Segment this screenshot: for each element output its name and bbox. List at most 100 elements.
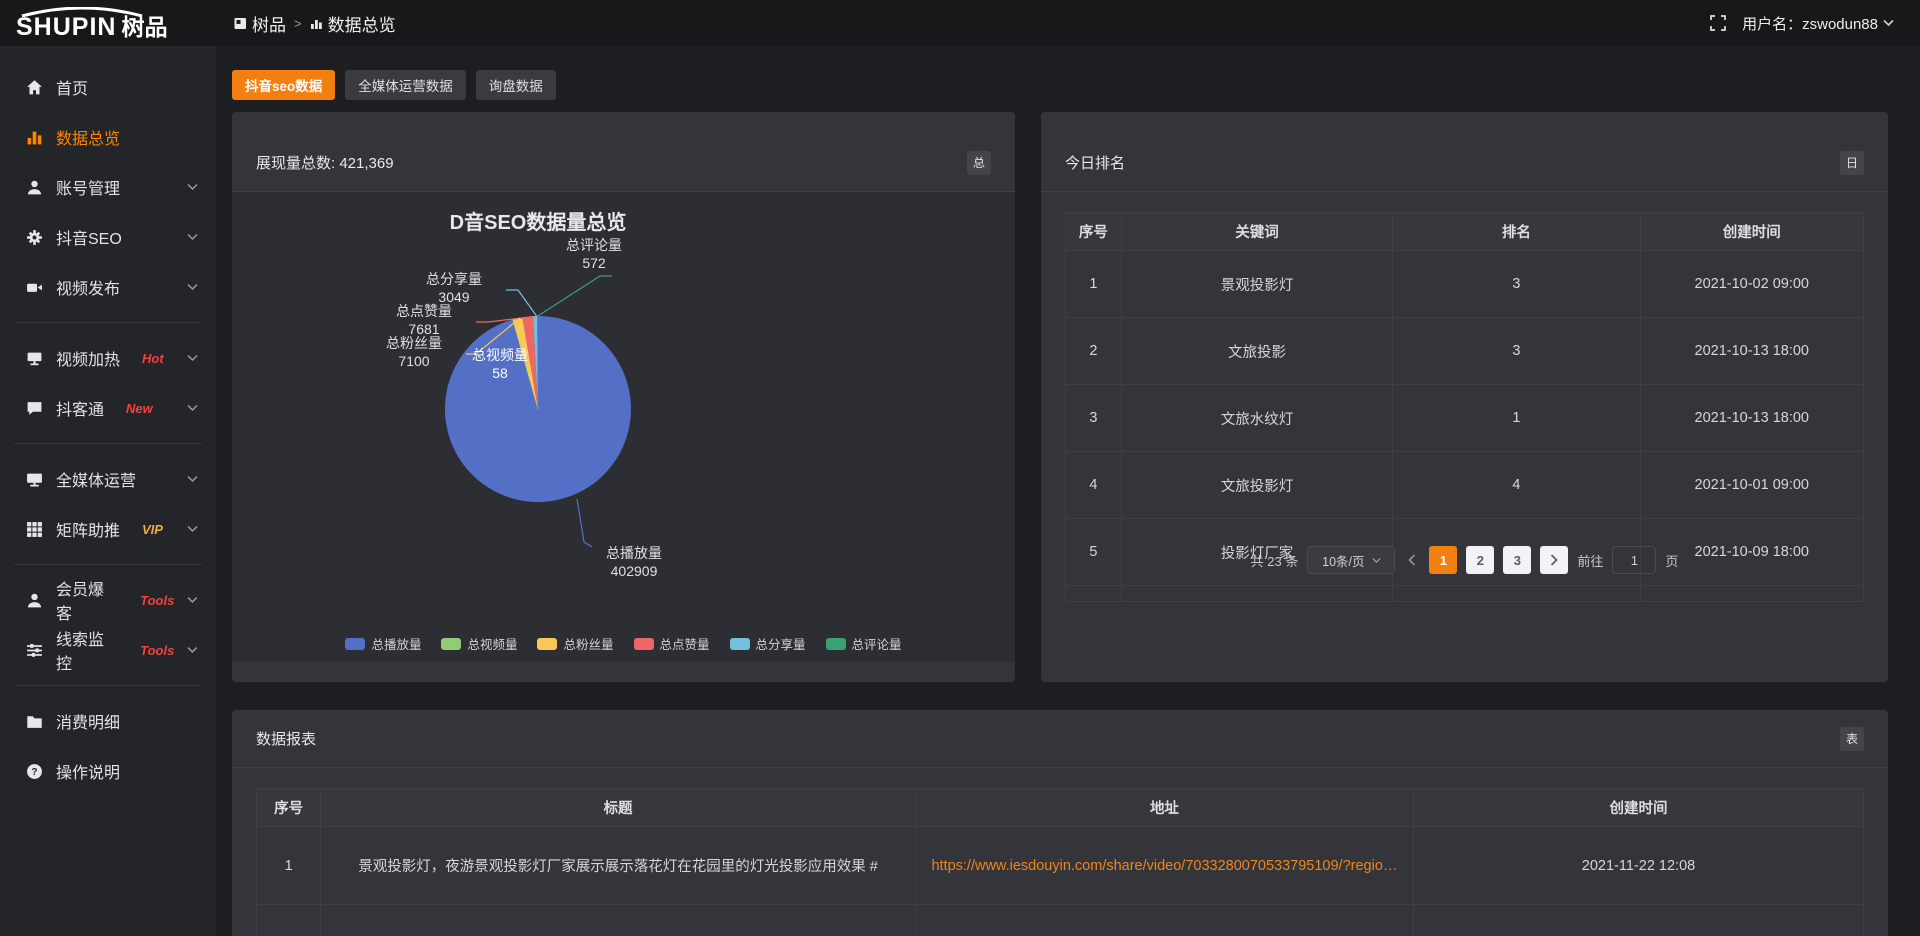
- total-badge-button[interactable]: 总: [967, 151, 991, 175]
- monitor-icon: [26, 471, 43, 488]
- svg-text:?: ?: [31, 767, 37, 778]
- report-table: 序号 标题 地址 创建时间 1 景观投影灯，夜游景观投影灯厂家展示展示落花灯在花…: [256, 788, 1864, 936]
- sidebar-divider: [14, 564, 202, 565]
- pagination: 共 23 条 10条/页 1 2 3 前往 页: [1041, 546, 1888, 574]
- data-tabs: 抖音seo数据 全媒体运营数据 询盘数据: [232, 70, 556, 100]
- chevron-down-icon: [187, 475, 198, 483]
- pie-chart-area: D音SEO数据量总览 总评论量 572 总分享量 3049 总点赞量: [232, 192, 1015, 662]
- sidebar-item-douketong[interactable]: 抖客通 New: [0, 383, 216, 433]
- breadcrumb-root[interactable]: 树品: [234, 11, 286, 36]
- ranking-table: 序号 关键词 排名 创建时间 1景观投影灯32021-10-02 09:00 2…: [1065, 212, 1864, 602]
- chevron-down-icon: [187, 354, 198, 362]
- tab-douyin-seo-data[interactable]: 抖音seo数据: [232, 70, 335, 100]
- next-page-button[interactable]: [1540, 546, 1568, 574]
- tab-omnimedia-data[interactable]: 全媒体运营数据: [345, 70, 466, 100]
- screen-icon: [26, 350, 43, 367]
- sidebar-item-video-publish[interactable]: 视频发布: [0, 262, 216, 312]
- chart-panel-header: 展现量总数: 421,369 总: [232, 112, 1015, 192]
- member-icon: [26, 592, 43, 609]
- sidebar-item-lead-monitor[interactable]: 线索监控 Tools: [0, 625, 216, 675]
- ranking-title: 今日排名: [1065, 152, 1125, 173]
- pie-label-comments: 总评论量 572: [544, 236, 644, 272]
- report-row-url-link[interactable]: https://www.iesdouyin.com/share/video/70…: [915, 827, 1413, 905]
- topbar: SHUPIN 树品 树品 > 数据总览 用户名：zswodun88: [0, 0, 1920, 46]
- chevron-down-icon: [187, 596, 198, 604]
- logo-text-cn: 树品: [121, 15, 167, 39]
- app-square-icon: [234, 17, 247, 30]
- page-size-select[interactable]: 10条/页: [1307, 546, 1395, 574]
- leader-line-shares: [506, 290, 537, 317]
- sidebar-item-member-burst[interactable]: 会员爆客 Tools: [0, 575, 216, 625]
- table-badge-button[interactable]: 表: [1840, 727, 1864, 751]
- tools-badge: Tools: [140, 643, 174, 658]
- sidebar: 首页 数据总览 账号管理 抖音SEO 视频发布 视频加热 Hot 抖客通 New…: [0, 46, 216, 936]
- prev-page-button[interactable]: [1404, 554, 1420, 566]
- legend-chip: [730, 638, 750, 650]
- sidebar-item-home[interactable]: 首页: [0, 62, 216, 112]
- table-row: 2文旅投影32021-10-13 18:00: [1066, 318, 1864, 385]
- breadcrumb: 树品 > 数据总览: [234, 11, 396, 36]
- pie-legend: 总播放量 总视频量 总粉丝量 总点赞量 总分享量 总评论量: [232, 634, 1015, 653]
- chevron-down-icon: [187, 646, 198, 654]
- user-menu[interactable]: 用户名：zswodun88: [1742, 13, 1894, 34]
- username-label: 用户名：zswodun88: [1742, 13, 1878, 34]
- page-button-1[interactable]: 1: [1429, 546, 1457, 574]
- day-badge-button[interactable]: 日: [1840, 151, 1864, 175]
- sidebar-item-data-overview[interactable]: 数据总览: [0, 112, 216, 162]
- legend-item-fans[interactable]: 总粉丝量: [537, 634, 613, 653]
- report-title: 数据报表: [256, 728, 316, 749]
- page-button-3[interactable]: 3: [1503, 546, 1531, 574]
- sidebar-divider: [14, 685, 202, 686]
- legend-item-shares[interactable]: 总分享量: [730, 634, 806, 653]
- chevron-right-icon: [1550, 554, 1558, 566]
- gear-icon: [26, 229, 43, 246]
- leader-line-play: [577, 499, 592, 547]
- breadcrumb-separator: >: [294, 16, 302, 31]
- table-row: 1景观投影灯32021-10-02 09:00: [1066, 251, 1864, 318]
- chevron-down-icon: [187, 183, 198, 191]
- question-icon: ?: [26, 763, 43, 780]
- user-icon: [26, 179, 43, 196]
- video-camera-icon: [26, 279, 43, 296]
- table-header-row: 序号 关键词 排名 创建时间: [1066, 213, 1864, 251]
- pie-label-fans: 总粉丝量 7100: [364, 334, 464, 370]
- logo-text-en: SHUPIN: [16, 13, 116, 41]
- chevron-down-icon: [1372, 557, 1381, 564]
- sidebar-item-omnimedia[interactable]: 全媒体运营: [0, 454, 216, 504]
- sidebar-item-account[interactable]: 账号管理: [0, 162, 216, 212]
- home-icon: [26, 79, 43, 96]
- legend-item-play[interactable]: 总播放量: [345, 634, 421, 653]
- sidebar-item-matrix-boost[interactable]: 矩阵助推 VIP: [0, 504, 216, 554]
- legend-chip: [345, 638, 365, 650]
- goto-page-input[interactable]: [1612, 546, 1656, 574]
- chevron-down-icon: [187, 525, 198, 533]
- sliders-icon: [26, 642, 43, 659]
- table-row: 3文旅水纹灯12021-10-13 18:00: [1066, 385, 1864, 452]
- new-badge: New: [126, 401, 153, 416]
- legend-chip: [826, 638, 846, 650]
- report-panel: 数据报表 表 序号 标题 地址 创建时间 1 景观投影灯，夜游景观投影灯厂家展示…: [232, 710, 1888, 936]
- sidebar-item-douyin-seo[interactable]: 抖音SEO: [0, 212, 216, 262]
- page-button-2[interactable]: 2: [1466, 546, 1494, 574]
- pagination-total: 共 23 条: [1251, 551, 1299, 570]
- table-row: 1 景观投影灯，夜游景观投影灯厂家展示展示落花灯在花园里的灯光投影应用效果 # …: [257, 827, 1864, 905]
- sidebar-item-spend-detail[interactable]: 消费明细: [0, 696, 216, 746]
- sidebar-item-video-heat[interactable]: 视频加热 Hot: [0, 333, 216, 383]
- pie-label-play: 总播放量 402909: [584, 544, 684, 580]
- legend-item-video[interactable]: 总视频量: [441, 634, 517, 653]
- folder-icon: [26, 713, 43, 730]
- chevron-left-icon: [1408, 554, 1416, 566]
- tab-inquiry-data[interactable]: 询盘数据: [476, 70, 556, 100]
- sidebar-divider: [14, 443, 202, 444]
- logo-arc-icon: [18, 7, 146, 17]
- app-logo[interactable]: SHUPIN 树品: [0, 7, 216, 40]
- legend-item-likes[interactable]: 总点赞量: [634, 634, 710, 653]
- fullscreen-icon[interactable]: [1710, 15, 1726, 31]
- legend-item-comments[interactable]: 总评论量: [826, 634, 902, 653]
- hot-badge: Hot: [142, 351, 164, 366]
- chevron-down-icon: [187, 404, 198, 412]
- breadcrumb-current[interactable]: 数据总览: [310, 11, 396, 36]
- goto-label: 前往: [1577, 551, 1603, 570]
- sidebar-item-help[interactable]: ? 操作说明: [0, 746, 216, 796]
- legend-chip: [537, 638, 557, 650]
